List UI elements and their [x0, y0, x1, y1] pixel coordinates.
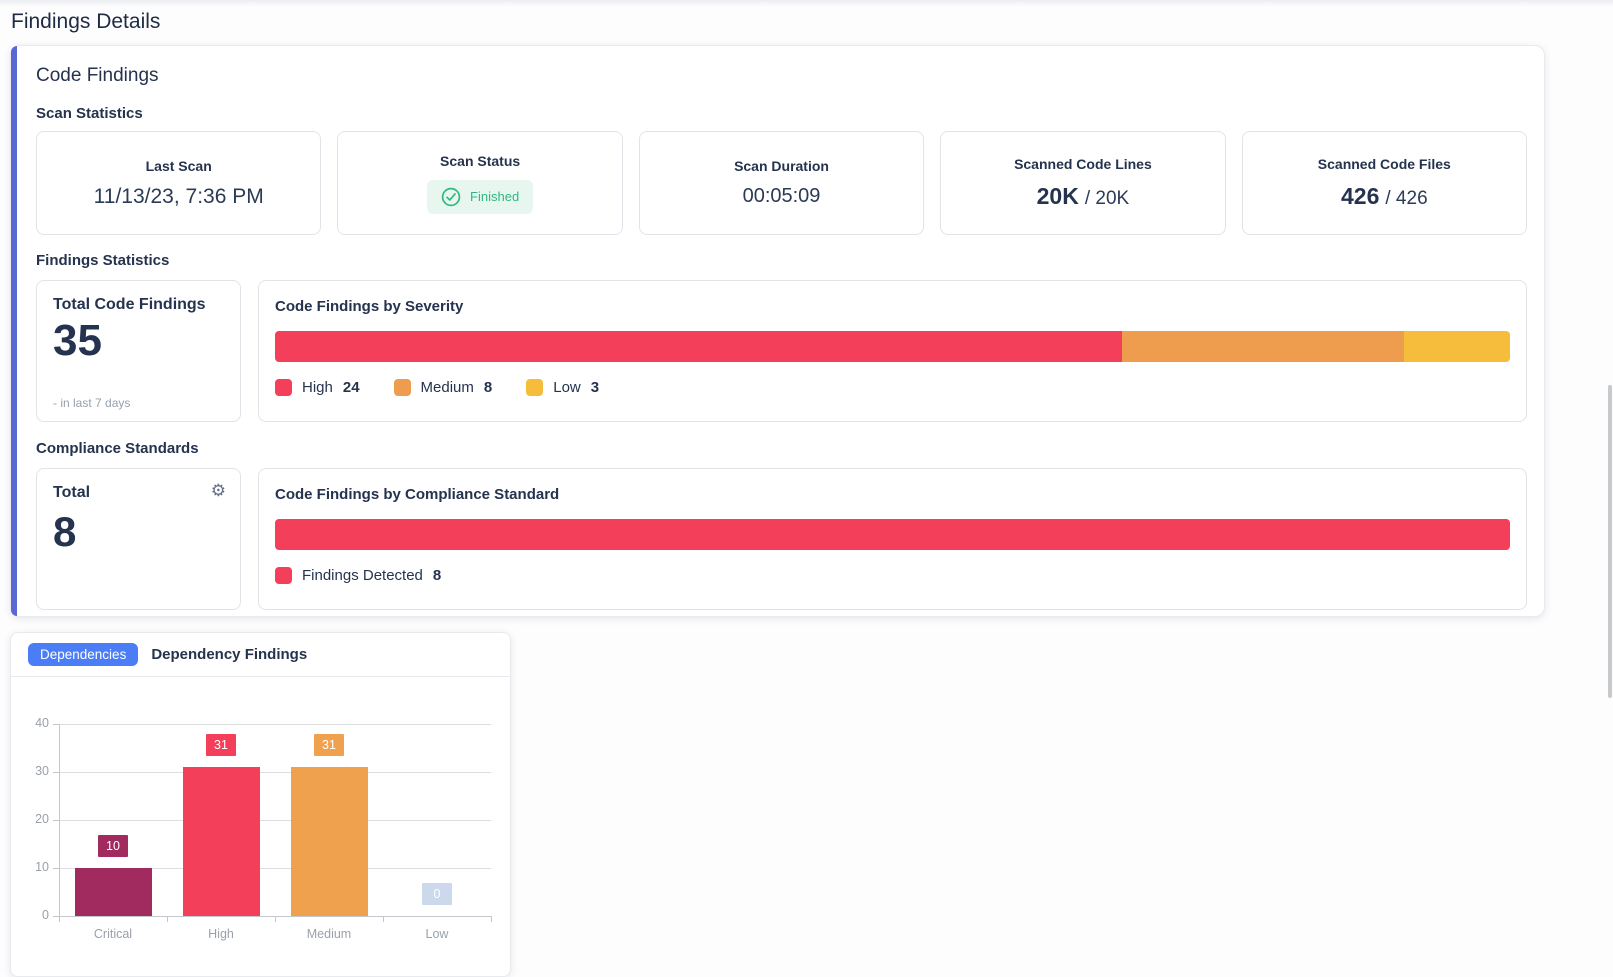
bar-value-badge-low: 0 — [422, 883, 452, 905]
legend-name: Low — [553, 379, 581, 396]
scan-statistics-heading: Scan Statistics — [36, 104, 1527, 123]
gridline-40 — [59, 724, 491, 725]
legend-value: 3 — [591, 379, 599, 396]
scan-duration-card: Scan Duration 00:05:09 — [639, 131, 924, 235]
x-axis-label-medium: Medium — [289, 927, 369, 941]
code-findings-card: Code Findings Scan Statistics Last Scan … — [10, 45, 1545, 617]
scan-status-label: Scan Status — [440, 153, 520, 169]
y-axis-tick-label: 40 — [13, 716, 49, 730]
last-scan-label: Last Scan — [146, 158, 212, 174]
legend-name: High — [302, 379, 333, 396]
x-axis-tick — [491, 916, 492, 922]
severity-chart-title: Code Findings by Severity — [275, 297, 1510, 316]
dependencies-card: Dependencies Dependency Findings 0 10 20 30… — [10, 632, 511, 977]
scan-status-text: Finished — [470, 189, 519, 204]
dependencies-tab[interactable]: Dependencies — [28, 643, 138, 666]
legend-value: 24 — [343, 379, 360, 396]
bar-value-badge-high: 31 — [206, 734, 236, 756]
compliance-total-label: Total — [53, 484, 224, 502]
compliance-stacked-bar — [275, 519, 1510, 550]
dependencies-header: Dependencies Dependency Findings — [11, 633, 510, 677]
compliance-standards-heading: Compliance Standards — [36, 439, 1527, 458]
page-title: Findings Details — [11, 10, 160, 34]
scan-statistics-row: Last Scan 11/13/23, 7:36 PM Scan Status … — [36, 131, 1527, 235]
compliance-chart-title: Code Findings by Compliance Standard — [275, 485, 1510, 504]
legend-item-medium: Medium 8 — [394, 379, 493, 396]
total-code-findings-note: - in last 7 days — [53, 396, 130, 410]
y-axis-line — [59, 724, 60, 916]
top-shade — [0, 0, 1613, 7]
dependency-findings-bar-chart: 0 10 20 30 40 10 Critical 31 High 31 Medium 0 Low — [11, 677, 510, 977]
dependency-findings-title: Dependency Findings — [151, 646, 307, 663]
findings-statistics-row: Total Code Findings 35 - in last 7 days … — [36, 280, 1527, 422]
legend-swatch — [275, 379, 292, 396]
scan-status-badge: Finished — [427, 180, 533, 214]
x-axis-tick — [383, 916, 384, 922]
bar-segment-low — [1404, 331, 1510, 362]
scanned-code-lines-value: 20K / 20K — [1037, 183, 1130, 210]
total-code-findings-value: 35 — [53, 316, 224, 367]
y-axis-tick-label: 20 — [13, 812, 49, 826]
total-code-findings-label: Total Code Findings — [53, 296, 224, 314]
bar-critical — [75, 868, 152, 916]
scanned-lines-current: 20K — [1037, 183, 1079, 209]
scrollbar[interactable] — [1608, 385, 1612, 698]
bar-segment-high — [275, 331, 1122, 362]
last-scan-card: Last Scan 11/13/23, 7:36 PM — [36, 131, 321, 235]
legend-swatch — [275, 567, 292, 584]
x-axis-tick — [275, 916, 276, 922]
legend-value: 8 — [433, 567, 441, 584]
bar-segment-medium — [1122, 331, 1404, 362]
severity-stacked-bar — [275, 331, 1510, 362]
scan-duration-value: 00:05:09 — [743, 185, 821, 208]
total-code-findings-card: Total Code Findings 35 - in last 7 days — [36, 280, 241, 422]
compliance-legend: Findings Detected 8 — [275, 567, 1510, 584]
compliance-total-card: Total ⚙ 8 — [36, 468, 241, 610]
bar-high — [183, 767, 260, 916]
scanned-files-total: / 426 — [1385, 188, 1427, 209]
legend-name: Medium — [421, 379, 474, 396]
check-circle-icon — [441, 187, 461, 207]
gridline-30 — [59, 772, 491, 773]
scanned-lines-total: / 20K — [1085, 188, 1129, 209]
card-accent-bar — [11, 46, 17, 616]
findings-statistics-heading: Findings Statistics — [36, 251, 1527, 270]
legend-item-low: Low 3 — [526, 379, 599, 396]
y-axis-tick-label: 0 — [13, 908, 49, 922]
code-findings-title: Code Findings — [36, 64, 1527, 88]
x-axis-tick — [167, 916, 168, 922]
legend-item-findings-detected: Findings Detected 8 — [275, 567, 441, 584]
severity-legend: High 24 Medium 8 Low 3 — [275, 379, 1510, 396]
severity-chart-card: Code Findings by Severity High 24 Medium 8 L… — [258, 280, 1527, 422]
legend-value: 8 — [484, 379, 492, 396]
bar-value-badge-critical: 10 — [98, 835, 128, 857]
x-axis-tick — [59, 916, 60, 922]
compliance-total-value: 8 — [53, 508, 224, 556]
legend-name: Findings Detected — [302, 567, 423, 584]
legend-item-high: High 24 — [275, 379, 360, 396]
legend-swatch — [394, 379, 411, 396]
bar-medium — [291, 767, 368, 916]
x-axis-label-critical: Critical — [73, 927, 153, 941]
scan-duration-label: Scan Duration — [734, 158, 829, 174]
compliance-chart-card: Code Findings by Compliance Standard Fin… — [258, 468, 1527, 610]
x-axis-label-low: Low — [397, 927, 477, 941]
scanned-code-files-label: Scanned Code Files — [1318, 156, 1451, 172]
scan-status-card: Scan Status Finished — [337, 131, 622, 235]
bar-value-badge-medium: 31 — [314, 734, 344, 756]
scanned-files-current: 426 — [1341, 183, 1379, 209]
gear-icon[interactable]: ⚙ — [211, 482, 226, 499]
last-scan-value: 11/13/23, 7:36 PM — [94, 185, 264, 209]
gridline-20 — [59, 820, 491, 821]
compliance-standards-row: Total ⚙ 8 Code Findings by Compliance St… — [36, 468, 1527, 610]
y-axis-tick-label: 10 — [13, 860, 49, 874]
scanned-code-files-value: 426 / 426 — [1341, 183, 1428, 210]
legend-swatch — [526, 379, 543, 396]
x-axis-label-high: High — [181, 927, 261, 941]
scanned-code-files-card: Scanned Code Files 426 / 426 — [1242, 131, 1527, 235]
y-axis-tick-label: 30 — [13, 764, 49, 778]
bar-segment-findings-detected — [275, 519, 1510, 550]
scanned-code-lines-label: Scanned Code Lines — [1014, 156, 1152, 172]
scanned-code-lines-card: Scanned Code Lines 20K / 20K — [940, 131, 1225, 235]
